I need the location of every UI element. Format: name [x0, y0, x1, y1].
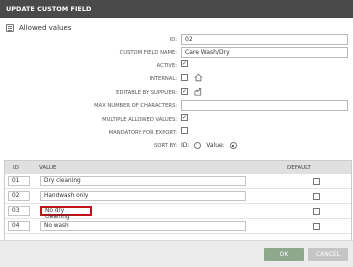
internal-checkbox[interactable]	[181, 74, 188, 81]
row-default-checkbox[interactable]	[313, 207, 320, 215]
internal-row: INTERNAL:	[0, 73, 353, 85]
sort-id-label: ID:	[181, 142, 190, 149]
id-field[interactable]: 02	[181, 34, 348, 45]
sort-value-label: Value:	[206, 142, 225, 149]
row-value-field[interactable]: No wash	[40, 221, 246, 231]
row-id-field[interactable]: 01	[8, 176, 30, 186]
table-row: 03 No dry cleaning	[5, 203, 351, 220]
sort-label: SORT BY:	[154, 143, 177, 149]
multiple-label: MULTIPLE ALLOWED VALUES:	[102, 117, 177, 123]
dialog-title: UPDATE CUSTOM FIELD	[0, 0, 353, 18]
row-default-checkbox[interactable]	[313, 192, 320, 200]
factory-icon	[194, 87, 202, 96]
section-title: Allowed values	[19, 24, 72, 32]
max-chars-input[interactable]	[181, 100, 348, 111]
row-default-checkbox[interactable]	[313, 222, 320, 230]
mandatory-label: MANDATORY FOR EXPORT:	[108, 130, 177, 136]
row-id-field[interactable]: 03	[8, 206, 30, 216]
mandatory-row: MANDATORY FOR EXPORT:	[0, 127, 353, 139]
multiple-values-checkbox[interactable]: ✓	[181, 114, 188, 121]
row-default-checkbox[interactable]	[313, 177, 320, 185]
row-value-field-highlighted[interactable]: No dry cleaning	[40, 206, 92, 220]
max-chars-label: MAX NUMBER OF CHARACTERS:	[94, 103, 177, 109]
editable-row: EDITABLE BY SUPPLIER: ✓	[0, 87, 353, 99]
custom-field-name-input[interactable]: Care Wash/Dry	[181, 47, 348, 58]
row-value-field[interactable]: Handwash only	[40, 191, 246, 201]
ok-button[interactable]: OK	[264, 248, 304, 261]
name-label: CUSTOM FIELD NAME:	[119, 50, 177, 56]
multiple-row: MULTIPLE ALLOWED VALUES: ✓	[0, 114, 353, 126]
mandatory-export-checkbox[interactable]	[181, 127, 188, 134]
col-value-header: VALUE	[35, 161, 283, 174]
sort-row: SORT BY: ID: Value:	[0, 140, 353, 152]
id-row: ID: 02	[0, 34, 353, 46]
sort-value-radio[interactable]	[229, 142, 237, 149]
editable-label: EDITABLE BY SUPPLIER:	[116, 90, 177, 96]
table-row: 01 Dry cleaning	[5, 174, 351, 189]
name-row: CUSTOM FIELD NAME: Care Wash/Dry	[0, 47, 353, 59]
row-id-field[interactable]: 02	[8, 191, 30, 201]
home-icon	[194, 73, 203, 82]
cancel-button[interactable]: CANCEL	[308, 248, 348, 261]
dialog-footer: OK CANCEL	[0, 240, 353, 267]
row-value-field[interactable]: Dry cleaning	[40, 176, 246, 186]
allowed-values-header: Allowed values	[6, 22, 71, 34]
table-header: ID VALUE DEFAULT	[5, 161, 351, 174]
editable-by-supplier-checkbox[interactable]: ✓	[181, 88, 188, 95]
max-chars-row: MAX NUMBER OF CHARACTERS:	[0, 100, 353, 112]
active-label: ACTIVE:	[156, 63, 177, 69]
allowed-values-table: ID VALUE DEFAULT 01 Dry cleaning 02 Hand…	[4, 160, 352, 244]
id-label: ID:	[169, 37, 177, 43]
sort-id-radio[interactable]	[194, 142, 202, 149]
table-row: 04 No wash	[5, 218, 351, 234]
col-default-header: DEFAULT	[283, 161, 351, 174]
internal-label: INTERNAL:	[149, 76, 177, 82]
col-id-header: ID	[5, 161, 35, 174]
row-id-field[interactable]: 04	[8, 221, 30, 231]
active-row: ACTIVE: ✓	[0, 60, 353, 72]
active-checkbox[interactable]: ✓	[181, 60, 188, 67]
table-row: 02 Handwash only	[5, 188, 351, 204]
list-icon	[6, 24, 14, 32]
